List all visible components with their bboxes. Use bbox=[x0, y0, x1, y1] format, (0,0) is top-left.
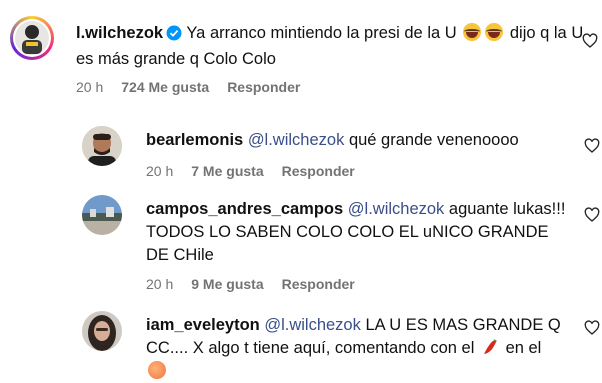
peach-emoji bbox=[148, 361, 166, 379]
avatar-iam-eveleyton[interactable] bbox=[82, 311, 122, 351]
comment-meta: 20 h 7 Me gusta Responder bbox=[146, 163, 373, 179]
avatar-l-wilchezok[interactable] bbox=[10, 16, 54, 60]
username[interactable]: l.wilchezok bbox=[76, 24, 163, 42]
comment-text: Ya arranco mintiendo la presi de la U bbox=[186, 24, 457, 42]
reply-button[interactable]: Responder bbox=[282, 163, 355, 179]
likes-count[interactable]: 724 Me gusta bbox=[121, 79, 209, 95]
laughing-tears-emoji bbox=[463, 23, 482, 41]
likes-count[interactable]: 7 Me gusta bbox=[191, 163, 263, 179]
timestamp[interactable]: 20 h bbox=[146, 163, 173, 179]
avatar-campos-andres-campos[interactable] bbox=[82, 195, 122, 235]
mention-link[interactable]: @l.wilchezok bbox=[264, 316, 361, 334]
reply-button[interactable]: Responder bbox=[227, 79, 300, 95]
comment-text: en el bbox=[505, 339, 542, 357]
comment-text: qué grande venenoooo bbox=[348, 131, 519, 149]
username[interactable]: campos_andres_campos bbox=[146, 200, 343, 218]
timestamp[interactable]: 20 h bbox=[146, 276, 173, 292]
comment-body: l.wilchezok Ya arranco mintiendo la pres… bbox=[76, 22, 586, 71]
comment-body: iam_eveleyton @l.wilchezok LA U ES MAS G… bbox=[146, 314, 566, 383]
comment-meta: 20 h 9 Me gusta Responder bbox=[146, 276, 373, 292]
comment-meta: 20 h 724 Me gusta Responder bbox=[76, 79, 318, 95]
comment-body: campos_andres_campos @l.wilchezok aguant… bbox=[146, 198, 566, 267]
mention-link[interactable]: @l.wilchezok bbox=[248, 131, 345, 149]
heart-icon[interactable] bbox=[584, 138, 600, 154]
comment-body: bearlemonis @l.wilchezok qué grande vene… bbox=[146, 129, 576, 152]
timestamp[interactable]: 20 h bbox=[76, 79, 103, 95]
mention-link[interactable]: @l.wilchezok bbox=[348, 200, 445, 218]
heart-icon[interactable] bbox=[584, 320, 600, 336]
heart-icon[interactable] bbox=[584, 207, 600, 223]
laughing-tears-emoji bbox=[485, 23, 504, 41]
heart-icon[interactable] bbox=[582, 33, 598, 49]
verified-badge-icon bbox=[166, 25, 182, 48]
likes-count[interactable]: 9 Me gusta bbox=[191, 276, 263, 292]
chili-pepper-emoji bbox=[481, 338, 499, 356]
avatar-bearlemonis[interactable] bbox=[82, 126, 122, 166]
username[interactable]: iam_eveleyton bbox=[146, 316, 260, 334]
reply-button[interactable]: Responder bbox=[282, 276, 355, 292]
username[interactable]: bearlemonis bbox=[146, 131, 243, 149]
